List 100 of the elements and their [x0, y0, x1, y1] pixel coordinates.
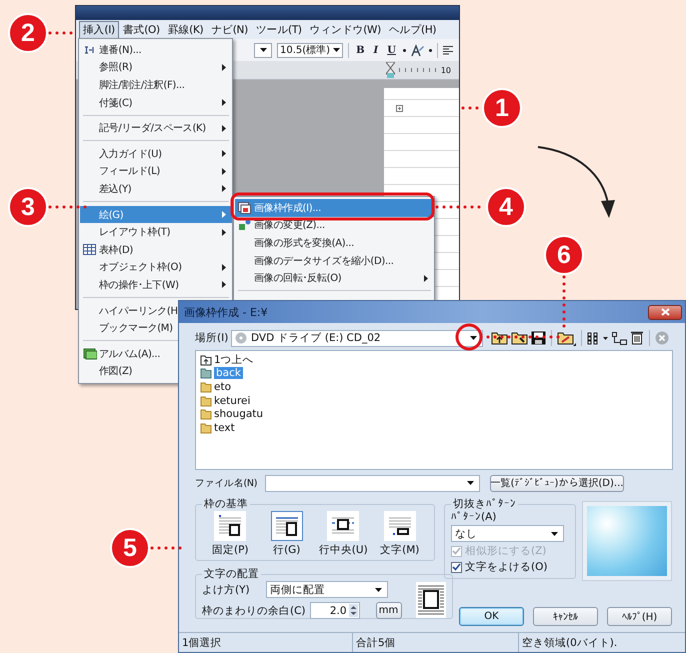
- dialog-button[interactable]: ｷｬﾝｾﾙ: [533, 607, 598, 626]
- location-dropdown[interactable]: DVD ドライブ (E:) CD_02: [231, 330, 483, 346]
- submenu-arrow-icon: [222, 168, 226, 175]
- dialog-title: 画像枠作成 - E:¥: [184, 304, 268, 320]
- step-number-badge: 3: [8, 187, 48, 227]
- delete-icon[interactable]: [630, 331, 644, 345]
- step-number-badge: 6: [544, 235, 584, 275]
- dropdown-arrow-icon: [551, 532, 558, 536]
- up-folder-icon[interactable]: [491, 331, 508, 345]
- step-number-badge: 5: [110, 528, 150, 568]
- step-number-badge: 1: [482, 88, 522, 128]
- paragraph-mark-icon: [396, 105, 403, 112]
- field-label: よけ方(Y): [202, 582, 251, 596]
- dropdown-arrow-icon: [375, 588, 382, 592]
- spin-arrows-icon: [348, 604, 358, 617]
- file-list-item[interactable]: text: [200, 420, 237, 435]
- file-name-field[interactable]: [265, 474, 480, 492]
- menu-item[interactable]: 画像枠作成(I)...: [235, 199, 434, 217]
- menu-item[interactable]: レイアウト枠(T): [80, 223, 232, 241]
- font-name-dropdown[interactable]: [254, 42, 272, 58]
- pattern-dropdown[interactable]: なし: [451, 525, 564, 542]
- menu-item[interactable]: 入力ガイド(U): [80, 144, 232, 163]
- folder-icon: [200, 422, 212, 434]
- new-folder-icon[interactable]: [511, 331, 528, 345]
- submenu-arrow-icon: [222, 264, 226, 271]
- highlight-circle: [456, 324, 482, 350]
- submenu-arrow-icon: [222, 99, 226, 106]
- menu-bar-item[interactable]: ヘルプ(H): [384, 20, 440, 38]
- menu-item[interactable]: 画像のデータサイズを縮小(D)...: [235, 252, 434, 270]
- ruler-number: 10: [440, 66, 451, 74]
- italic-button[interactable]: I: [372, 44, 380, 56]
- menu-item[interactable]: 絵(G): [80, 206, 232, 224]
- menu-bar-item[interactable]: 書式(O): [118, 20, 164, 38]
- wrap-style-dropdown[interactable]: 両側に配置: [266, 581, 388, 598]
- photo-album-icon: [82, 348, 96, 360]
- submenu-arrow-icon: [222, 150, 226, 158]
- menu-item[interactable]: 差込(Y): [80, 180, 232, 198]
- group-label: 切抜きﾊﾟﾀｰﾝ: [452, 497, 517, 511]
- unit-button[interactable]: mm: [376, 602, 402, 619]
- checkbox-label: 相似形にする(Z): [465, 544, 546, 558]
- folder-icon: [200, 380, 212, 393]
- browse-button[interactable]: 一覧(ﾃﾞｼﾞﾋﾞｭｰ)から選択(D)...: [490, 474, 624, 492]
- menu-item[interactable]: 画像の変更(Z)...: [235, 216, 434, 234]
- view-options-icon[interactable]: [587, 332, 609, 344]
- menu-bar-item[interactable]: ウィンドウ(W): [306, 20, 385, 38]
- submenu-arrow-icon: [222, 281, 226, 288]
- menu-bar-item[interactable]: 罫線(K): [164, 20, 208, 38]
- margin-spin-field[interactable]: 2.0: [310, 602, 360, 619]
- numbering-icon: [84, 46, 96, 54]
- close-button[interactable]: [648, 304, 682, 320]
- menu-item[interactable]: オブジェクト枠(O): [80, 258, 232, 276]
- menu-item[interactable]: 表枠(D): [80, 240, 232, 259]
- group-label: 文字の配置: [203, 567, 260, 581]
- picture-change-icon: [238, 219, 251, 232]
- picture-frame-icon: [238, 202, 251, 214]
- font-size-dropdown[interactable]: 10.5(標準): [277, 42, 344, 58]
- field-label: ファイル名(N): [195, 476, 258, 490]
- dropdown-dot-icon[interactable]: [402, 48, 406, 52]
- bold-button[interactable]: B: [354, 44, 367, 56]
- field-label: ﾊﾟﾀｰﾝ(A): [451, 511, 498, 523]
- dropdown-arrow-icon: [470, 336, 477, 340]
- file-list-item[interactable]: shougatu: [200, 407, 266, 421]
- align-left-icon[interactable]: [442, 46, 453, 54]
- file-list-item[interactable]: 1つ上へ: [200, 353, 256, 367]
- table-icon: [83, 244, 96, 256]
- disc-icon: [235, 332, 247, 344]
- menu-item[interactable]: 付箋(C): [80, 94, 232, 112]
- submenu-arrow-icon: [222, 228, 226, 236]
- highlighter-icon[interactable]: [410, 44, 424, 56]
- menu-item[interactable]: 連番(N)...: [80, 41, 232, 59]
- underline-button[interactable]: U: [385, 44, 398, 56]
- folder-edit-icon[interactable]: [557, 330, 576, 346]
- menu-item[interactable]: 脚注/割注/注釈(F)...: [80, 76, 232, 94]
- menu-item[interactable]: 画像の形式を変換(A)...: [235, 234, 434, 252]
- save-icon[interactable]: [531, 331, 546, 345]
- dropdown-arrow-icon: [260, 48, 266, 52]
- folder-icon: [200, 408, 212, 420]
- anchor-option[interactable]: 行中央(U): [318, 511, 368, 557]
- dialog-button[interactable]: OK: [459, 607, 524, 626]
- menu-item[interactable]: 画像の回転･反転(O): [235, 269, 434, 287]
- submenu-arrow-icon: [222, 185, 226, 192]
- tree-view-icon[interactable]: [612, 332, 627, 344]
- indent-marker-icon[interactable]: [386, 62, 395, 78]
- file-list-item[interactable]: eto: [200, 380, 234, 394]
- file-list-item[interactable]: keturei: [200, 394, 252, 408]
- menu-bar-item[interactable]: 挿入(I): [79, 20, 119, 38]
- dropdown-arrow-icon: [467, 481, 474, 485]
- dialog-button[interactable]: ﾍﾙﾌﾟ(H): [607, 607, 672, 626]
- menu-item[interactable]: 記号/リーダ/スペース(K): [80, 119, 232, 137]
- step-number-badge: 4: [486, 187, 526, 227]
- dropdown-dot-icon[interactable]: [428, 48, 432, 52]
- menu-item[interactable]: 枠の操作･上下(W): [80, 276, 232, 294]
- field-label: 枠のまわりの余白(C): [202, 604, 306, 618]
- menu-bar-item[interactable]: ツール(T): [252, 20, 306, 38]
- checkbox[interactable]: [451, 562, 462, 572]
- status-text: 空き領域(0バイト).: [521, 636, 618, 650]
- menu-bar-item[interactable]: ナビ(N): [207, 20, 252, 38]
- menu-item[interactable]: 参照(R): [80, 58, 232, 76]
- menu-item[interactable]: フィールド(L): [80, 162, 232, 180]
- leader-line: [48, 206, 90, 208]
